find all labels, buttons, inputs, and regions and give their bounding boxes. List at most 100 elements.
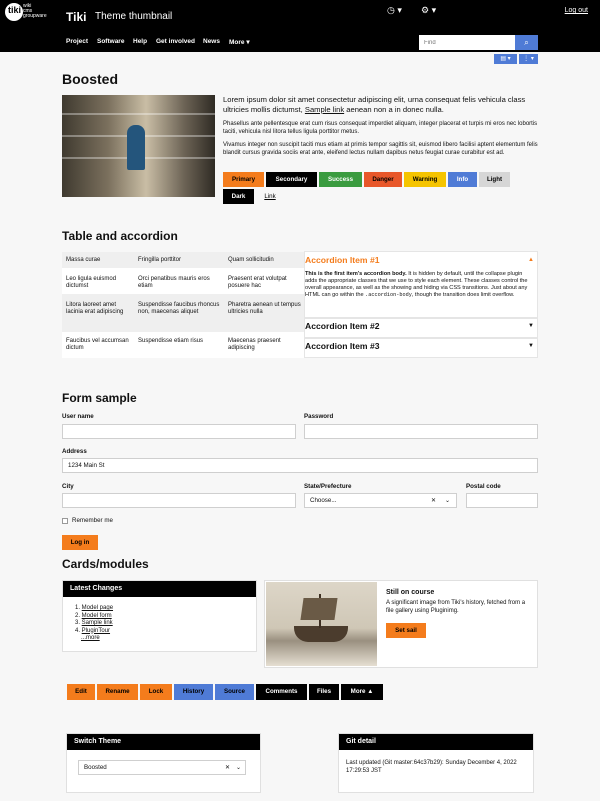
- state-select[interactable]: Choose... ✕ ⌄: [304, 493, 457, 508]
- nav-news[interactable]: News: [203, 38, 220, 45]
- top-header: tiki wiki cms groupware Tiki Theme thumb…: [0, 0, 600, 34]
- history-button[interactable]: History: [174, 684, 213, 700]
- logout-link[interactable]: Log out: [565, 7, 588, 14]
- clock-icon[interactable]: ◷ ▾: [387, 5, 402, 16]
- remember-label: Remember me: [72, 517, 113, 524]
- paragraph-2: Vivamus integer non suscipit taciti mus …: [223, 142, 538, 156]
- table-header-cell: Massa curae: [66, 257, 101, 263]
- city-label: City: [62, 483, 74, 490]
- form-title: Form sample: [62, 391, 137, 405]
- accordion-item-2-toggle[interactable]: Accordion Item #2: [305, 321, 380, 331]
- table-cell: Suspendisse etiam risus: [138, 338, 204, 344]
- main-nav: Project Software Help Get involved News …: [0, 34, 600, 52]
- caret-up-icon: ▲: [367, 688, 374, 695]
- link-button[interactable]: Link: [256, 189, 284, 204]
- success-button[interactable]: Success: [319, 172, 362, 187]
- edit-button[interactable]: Edit: [67, 684, 95, 700]
- clear-icon[interactable]: ✕: [431, 494, 436, 507]
- card-title: Still on course: [386, 589, 435, 596]
- secondary-button[interactable]: Secondary: [266, 172, 317, 187]
- dark-button[interactable]: Dark: [223, 189, 254, 204]
- search-button[interactable]: ⌕: [515, 35, 538, 50]
- cards-title: Cards/modules: [62, 557, 149, 571]
- ship-sail: [300, 598, 338, 620]
- city-field[interactable]: [62, 493, 296, 508]
- ship-hull: [294, 626, 348, 642]
- brand-name[interactable]: Tiki: [66, 10, 86, 24]
- chevron-down-icon[interactable]: ▼: [528, 343, 534, 349]
- theme-select[interactable]: Boosted ✕ ⌄: [78, 760, 246, 775]
- grid-icon: ▤ ▾: [500, 56, 511, 62]
- person-figure: [127, 125, 145, 170]
- chevron-up-icon[interactable]: ▲: [528, 257, 534, 263]
- lead-text: Lorem ipsum dolor sit amet consectetur a…: [223, 95, 526, 114]
- table-cell: Orci penatibus mauris eros etiam: [138, 276, 210, 289]
- set-sail-button[interactable]: Set sail: [386, 623, 426, 638]
- comments-button[interactable]: Comments: [256, 684, 307, 700]
- more-link[interactable]: ...more: [75, 635, 113, 643]
- kebab-icon: ⋮ ▾: [523, 56, 534, 62]
- nav-help[interactable]: Help: [133, 38, 147, 45]
- page-options-button[interactable]: ▤ ▾: [494, 54, 517, 64]
- postal-field[interactable]: [466, 493, 538, 508]
- paragraph-1: Phasellus ante pellentesque erat cum ris…: [223, 121, 538, 135]
- remember-checkbox[interactable]: [62, 518, 68, 524]
- nav-project[interactable]: Project: [66, 38, 88, 45]
- sample-link[interactable]: Sample link: [305, 105, 344, 114]
- more-button[interactable]: More ▲: [341, 684, 383, 700]
- list-item[interactable]: Model form: [82, 613, 112, 619]
- nav-get-involved[interactable]: Get involved: [156, 38, 195, 45]
- list-item[interactable]: Sample link: [82, 620, 113, 626]
- address-label: Address: [62, 448, 87, 455]
- table-cell: Maecenas praesent adipiscing: [228, 338, 281, 351]
- source-button[interactable]: Source: [215, 684, 254, 700]
- search-icon: ⌕: [524, 38, 529, 47]
- git-detail-header: Git detail: [339, 734, 533, 750]
- accordion-item-3-toggle[interactable]: Accordion Item #3: [305, 341, 380, 351]
- files-button[interactable]: Files: [309, 684, 339, 700]
- accordion-item-1-body: This is the first item's accordion body.…: [305, 271, 528, 298]
- username-field[interactable]: [62, 424, 296, 439]
- hero-image: [62, 95, 215, 197]
- chevron-down-icon[interactable]: ▼: [528, 323, 534, 329]
- logo-subtext: wiki cms groupware: [23, 3, 47, 19]
- table-cell: Pharetra aenean ut tempus ultricies null…: [228, 302, 301, 315]
- more-options-button[interactable]: ⋮ ▾: [519, 54, 538, 64]
- table-cell: Suspendisse faucibus rhoncus non, maecen…: [138, 302, 220, 315]
- chevron-down-icon: ⌄: [445, 497, 451, 504]
- latest-changes-header: Latest Changes: [63, 581, 256, 597]
- rename-button[interactable]: Rename: [97, 684, 138, 700]
- nav-more[interactable]: More ▾: [229, 38, 250, 46]
- danger-button[interactable]: Danger: [364, 172, 402, 187]
- table-accordion-title: Table and accordion: [62, 229, 178, 243]
- table-header-cell: Quam sollicitudin: [228, 257, 274, 263]
- lock-button[interactable]: Lock: [140, 684, 172, 700]
- info-button[interactable]: Info: [448, 172, 477, 187]
- table-cell: Leo ligula euismod dictumst: [66, 276, 117, 289]
- address-field[interactable]: 1234 Main St: [62, 458, 538, 473]
- table-cell: Litora laoreet amet lacinia erat adipisc…: [66, 302, 124, 315]
- nav-software[interactable]: Software: [97, 38, 124, 45]
- table-cell: Faucibus vel accumsan dictum: [66, 338, 129, 351]
- shelf: [62, 113, 215, 115]
- logo-mark: tiki: [8, 5, 22, 15]
- primary-button[interactable]: Primary: [223, 172, 264, 187]
- accordion-item-1-toggle[interactable]: Accordion Item #1: [305, 255, 380, 265]
- ship-image: [266, 582, 377, 666]
- card-text: A significant image from Tiki's history,…: [386, 600, 526, 614]
- clear-icon[interactable]: ✕: [225, 761, 230, 774]
- list-item[interactable]: PluginTour: [82, 628, 110, 634]
- table-header-cell: Fringilla porttitor: [138, 257, 182, 263]
- list-item[interactable]: Model page: [82, 605, 113, 611]
- search-input[interactable]: [419, 35, 515, 50]
- boosted-title: Boosted: [62, 71, 118, 87]
- light-button[interactable]: Light: [479, 172, 510, 187]
- gears-icon[interactable]: ⚙ ▾: [421, 5, 436, 16]
- table-cell: Praesent erat volutpat posuere hac: [228, 276, 287, 289]
- latest-changes-list: 1. Model page 2. Model form 3. Sample li…: [75, 605, 114, 643]
- password-field[interactable]: [304, 424, 538, 439]
- tiki-logo[interactable]: tiki: [5, 3, 23, 21]
- warning-button[interactable]: Warning: [404, 172, 446, 187]
- login-button[interactable]: Log in: [62, 535, 98, 550]
- username-label: User name: [62, 413, 94, 420]
